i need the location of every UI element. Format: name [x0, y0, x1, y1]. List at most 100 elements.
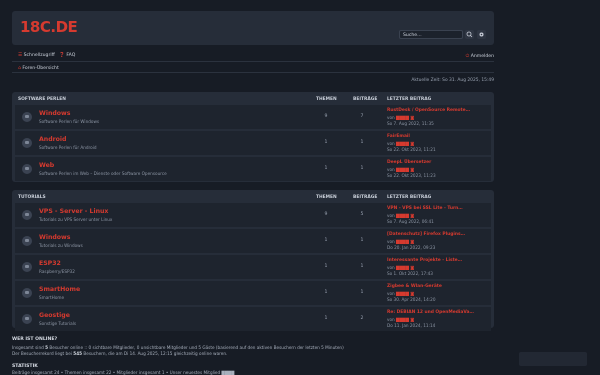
section-title[interactable]: TUTORIALS	[18, 195, 46, 200]
topic-count: 1	[324, 264, 328, 269]
lastpost-user[interactable]: ▇▇▇▇	[396, 317, 409, 322]
divider	[12, 61, 494, 62]
search-icon[interactable]	[465, 30, 474, 39]
lastpost-author: von ▇▇▇▇ ◙	[387, 140, 415, 146]
forum-icon	[22, 210, 32, 220]
lastpost-title[interactable]: [Datenschutz] Firefox Plugins…	[387, 232, 465, 237]
breadcrumb-home[interactable]: Foren-Übersicht	[22, 66, 58, 71]
forum-title[interactable]: Geostige	[39, 312, 70, 319]
cookie-notice[interactable]	[519, 352, 587, 366]
forum-title[interactable]: Web	[39, 162, 54, 169]
forum-title[interactable]: Android	[39, 136, 66, 143]
forum-row[interactable]: Geostige Sonstige Tutorials 1 2 Re: DEBIAN 1…	[15, 307, 491, 331]
gear-icon[interactable]	[477, 30, 486, 39]
search-input[interactable]: Suche…	[399, 30, 463, 39]
lastpost-date: So 30. Apr 2024, 14:20	[387, 297, 436, 302]
forum-title[interactable]: Windows	[39, 234, 70, 241]
home-icon: ⌂	[18, 66, 21, 71]
forum-title[interactable]: Windows	[39, 110, 70, 117]
lastpost-user[interactable]: ▇▇▇▇	[396, 265, 409, 270]
forum-title[interactable]: VPS - Server - Linux	[39, 208, 108, 215]
section-header: SOFTWARE PERLEN THEMEN BEITRÄGE LETZTER …	[12, 92, 494, 105]
menu-icon[interactable]: ☰	[18, 53, 22, 58]
forum-description: Software Perlen für Windows	[39, 119, 100, 124]
lastpost-title[interactable]: VPN - VPS bei SSL Lite - Turn…	[387, 206, 463, 211]
goto-post-icon[interactable]: ◙	[410, 239, 414, 244]
lastpost-title[interactable]: Zigbee & Wlan-Geräte	[387, 284, 442, 289]
lastpost-title[interactable]: Re: DEBIAN 12 und OpenMediaVa…	[387, 310, 474, 315]
lastpost-title[interactable]: FairEmail	[387, 134, 410, 139]
topic-count: 1	[324, 166, 328, 171]
faq-link[interactable]: FAQ	[66, 53, 75, 58]
goto-post-icon[interactable]: ◙	[410, 213, 414, 218]
post-count: 1	[360, 140, 364, 145]
post-count: 1	[360, 166, 364, 171]
breadcrumb[interactable]: ⌂ Foren-Übersicht	[18, 66, 59, 71]
power-icon: ⏻	[465, 54, 470, 59]
forum-row[interactable]: Windows Tutorials zu Windows 1 1 [Datenschut…	[15, 229, 491, 253]
goto-post-icon[interactable]: ◙	[410, 115, 414, 120]
lastpost-author: von ▇▇▇▇ ◙	[387, 114, 415, 120]
forum-description: Tutorials zu Windows	[39, 243, 83, 248]
forum-row[interactable]: Web Software Perlen im Web – Dienste oder…	[15, 157, 491, 181]
lastpost-author: von ▇▇▇▇ ◙	[387, 166, 415, 172]
divider	[12, 72, 494, 73]
lastpost-author: von ▇▇▇▇ ◙	[387, 316, 415, 322]
col-lastpost: LETZTER BEITRAG	[387, 195, 432, 200]
lastpost-user[interactable]: ▇▇▇▇	[396, 115, 409, 120]
forum-title[interactable]: SmartHome	[39, 286, 80, 293]
forum-section-tutorials: TUTORIALS THEMEN BEITRÄGE LETZTER BEITRA…	[12, 190, 494, 331]
forum-icon	[22, 288, 32, 298]
lastpost-date: Do 20. Jan 2022, 09:23	[387, 245, 436, 250]
forum-description: Software Perlen im Web – Dienste oder So…	[39, 171, 167, 176]
col-posts: BEITRÄGE	[353, 97, 378, 102]
lastpost-user[interactable]: ▇▇▇▇	[396, 239, 409, 244]
forum-row[interactable]: VPS - Server - Linux Tutorials zu VPS Ser…	[15, 203, 491, 227]
lastpost-user[interactable]: ▇▇▇▇	[396, 141, 409, 146]
online-line-2: Der Besucherrekord liegt bei 545 Besuche…	[12, 351, 228, 356]
lastpost-author: von ▇▇▇▇ ◙	[387, 238, 415, 244]
stats-heading: STATISTIK	[12, 364, 38, 369]
lastpost-author: von ▇▇▇▇ ◙	[387, 290, 415, 296]
goto-post-icon[interactable]: ◙	[410, 291, 414, 296]
goto-post-icon[interactable]: ◙	[410, 141, 414, 146]
col-topics: THEMEN	[316, 97, 337, 102]
lastpost-date: Do 11. Jan 2024, 11:14	[387, 323, 436, 328]
lastpost-title[interactable]: Interessante Projekte - Liste…	[387, 258, 462, 263]
forum-row[interactable]: Android Software Perlen für Android 1 1 Fair…	[15, 131, 491, 155]
forum-row[interactable]: ESP32 Raspberry/ESP32 1 1 Interessante Proje…	[15, 255, 491, 279]
forum-title[interactable]: ESP32	[39, 260, 61, 267]
topic-count: 1	[324, 290, 328, 295]
post-count: 1	[360, 264, 364, 269]
help-icon[interactable]: ❓	[59, 53, 65, 58]
section-header: TUTORIALS THEMEN BEITRÄGE LETZTER BEITRA…	[12, 190, 494, 203]
topic-count: 9	[324, 212, 328, 217]
goto-post-icon[interactable]: ◙	[410, 317, 414, 322]
forum-icon	[22, 236, 32, 246]
forum-row[interactable]: SmartHome SmartHome 1 1 Zigbee & Wlan-Geräte…	[15, 281, 491, 305]
lastpost-author: von ▇▇▇▇ ◙	[387, 264, 415, 270]
site-logo[interactable]: 18C.DE	[20, 18, 78, 36]
quicklinks-link[interactable]: Schnellzugriff	[24, 53, 55, 58]
col-topics: THEMEN	[316, 195, 337, 200]
lastpost-title[interactable]: DeepL Übersetzer	[387, 160, 431, 165]
topic-count: 1	[324, 140, 328, 145]
lastpost-title[interactable]: RustDesk / OpenSource Remote…	[387, 108, 470, 113]
login-label[interactable]: Anmelden	[471, 54, 494, 59]
goto-post-icon[interactable]: ◙	[410, 265, 414, 270]
forum-section-software: SOFTWARE PERLEN THEMEN BEITRÄGE LETZTER …	[12, 92, 494, 182]
forum-row[interactable]: Windows Software Perlen für Windows 9 7 Rust…	[15, 105, 491, 129]
forum-description: Software Perlen für Android	[39, 145, 97, 150]
online-heading: WER IST ONLINE?	[12, 337, 58, 342]
goto-post-icon[interactable]: ◙	[410, 167, 414, 172]
lastpost-user[interactable]: ▇▇▇▇	[396, 167, 409, 172]
login-link[interactable]: ⏻ Anmelden	[466, 53, 494, 59]
lastpost-date: So 22. Okt 2023, 11:21	[387, 147, 436, 152]
post-count: 1	[360, 290, 364, 295]
post-count: 2	[360, 316, 364, 321]
section-title[interactable]: SOFTWARE PERLEN	[18, 97, 66, 102]
forum-icon	[22, 314, 32, 324]
lastpost-user[interactable]: ▇▇▇▇	[396, 213, 409, 218]
lastpost-user[interactable]: ▇▇▇▇	[396, 291, 409, 296]
post-count: 1	[360, 238, 364, 243]
